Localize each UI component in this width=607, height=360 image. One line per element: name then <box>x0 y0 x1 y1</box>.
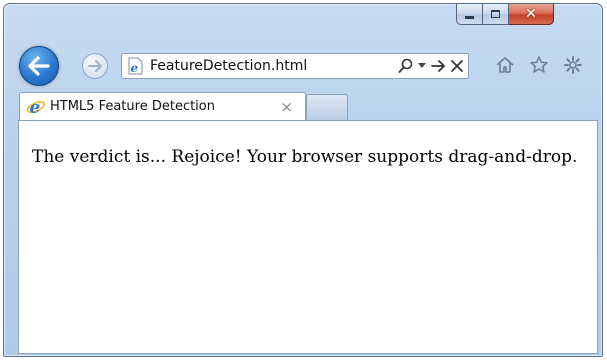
stop-button[interactable] <box>450 55 464 77</box>
new-tab-button[interactable] <box>306 94 348 120</box>
go-arrow-icon <box>431 60 445 72</box>
verdict-message: The verdict is... Rejoice! Your browser … <box>32 147 578 167</box>
page-content: The verdict is... Rejoice! Your browser … <box>18 120 598 354</box>
minimize-button[interactable] <box>456 4 483 25</box>
close-window-button[interactable]: ✕ <box>509 4 554 25</box>
gear-icon <box>564 56 582 74</box>
tab-html5-feature-detection[interactable]: e HTML5 Feature Detection × <box>19 92 306 120</box>
address-bar[interactable]: e FeatureDetection.html <box>121 53 469 79</box>
svg-text:e: e <box>30 98 41 117</box>
forward-button[interactable] <box>82 53 108 79</box>
search-icon <box>398 58 413 73</box>
ie-page-icon: e <box>126 57 144 75</box>
ie-logo-icon: e <box>26 97 46 117</box>
back-arrow-icon <box>28 56 50 76</box>
maximize-button[interactable] <box>483 4 509 25</box>
favorites-button[interactable] <box>528 54 550 76</box>
back-button[interactable] <box>19 46 59 86</box>
search-button[interactable] <box>398 55 414 77</box>
home-icon <box>496 57 514 73</box>
home-button[interactable] <box>494 54 516 76</box>
svg-text:e: e <box>131 61 139 75</box>
maximize-icon <box>491 10 500 18</box>
forward-arrow-icon <box>88 60 102 72</box>
dropdown-button[interactable] <box>418 55 426 77</box>
tab-close-button[interactable]: × <box>280 98 293 116</box>
caption-buttons: ✕ <box>456 4 554 26</box>
tab-title: HTML5 Feature Detection <box>50 99 215 114</box>
tools-button[interactable] <box>562 54 584 76</box>
command-icons <box>494 54 584 76</box>
address-url[interactable]: FeatureDetection.html <box>150 58 398 74</box>
dropdown-icon <box>418 63 426 68</box>
go-button[interactable] <box>430 55 446 77</box>
star-icon <box>530 56 548 73</box>
close-icon: ✕ <box>525 6 537 22</box>
stop-icon <box>451 60 463 72</box>
minimize-icon <box>465 16 474 19</box>
